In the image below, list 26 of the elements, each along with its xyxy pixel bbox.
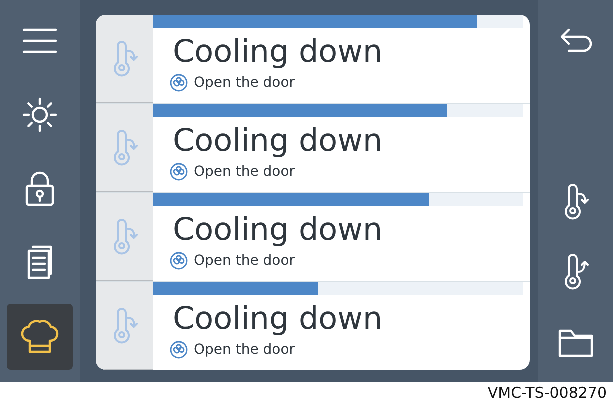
folder-icon xyxy=(558,328,594,358)
lock-icon xyxy=(24,171,56,207)
menu-icon xyxy=(22,26,58,56)
status-title: Cooling down xyxy=(172,301,384,337)
chef-hat-icon xyxy=(21,319,59,355)
reference-code: VMC-TS-008270 xyxy=(488,384,607,402)
status-hint: Open the door xyxy=(194,75,296,91)
status-title: Cooling down xyxy=(172,123,384,159)
fan-icon xyxy=(170,163,188,181)
status-hint: Open the door xyxy=(194,164,296,180)
fan-icon xyxy=(170,74,188,92)
thermometer-icon xyxy=(112,130,138,166)
document-icon xyxy=(25,245,55,281)
thermometer-icon xyxy=(112,218,138,254)
thermometer-icon xyxy=(112,308,138,344)
fan-icon xyxy=(170,341,188,359)
status-title: Cooling down xyxy=(172,212,384,248)
thermometer-down-icon xyxy=(562,184,588,220)
status-hint: Open the door xyxy=(194,342,296,358)
fan-icon xyxy=(170,252,188,270)
status-title: Cooling down xyxy=(172,34,384,70)
thermometer-up-icon xyxy=(562,254,588,290)
thermometer-icon xyxy=(112,40,138,76)
nav-button[interactable] xyxy=(7,304,73,370)
brightness-icon xyxy=(22,97,58,133)
status-hint: Open the door xyxy=(194,253,296,269)
